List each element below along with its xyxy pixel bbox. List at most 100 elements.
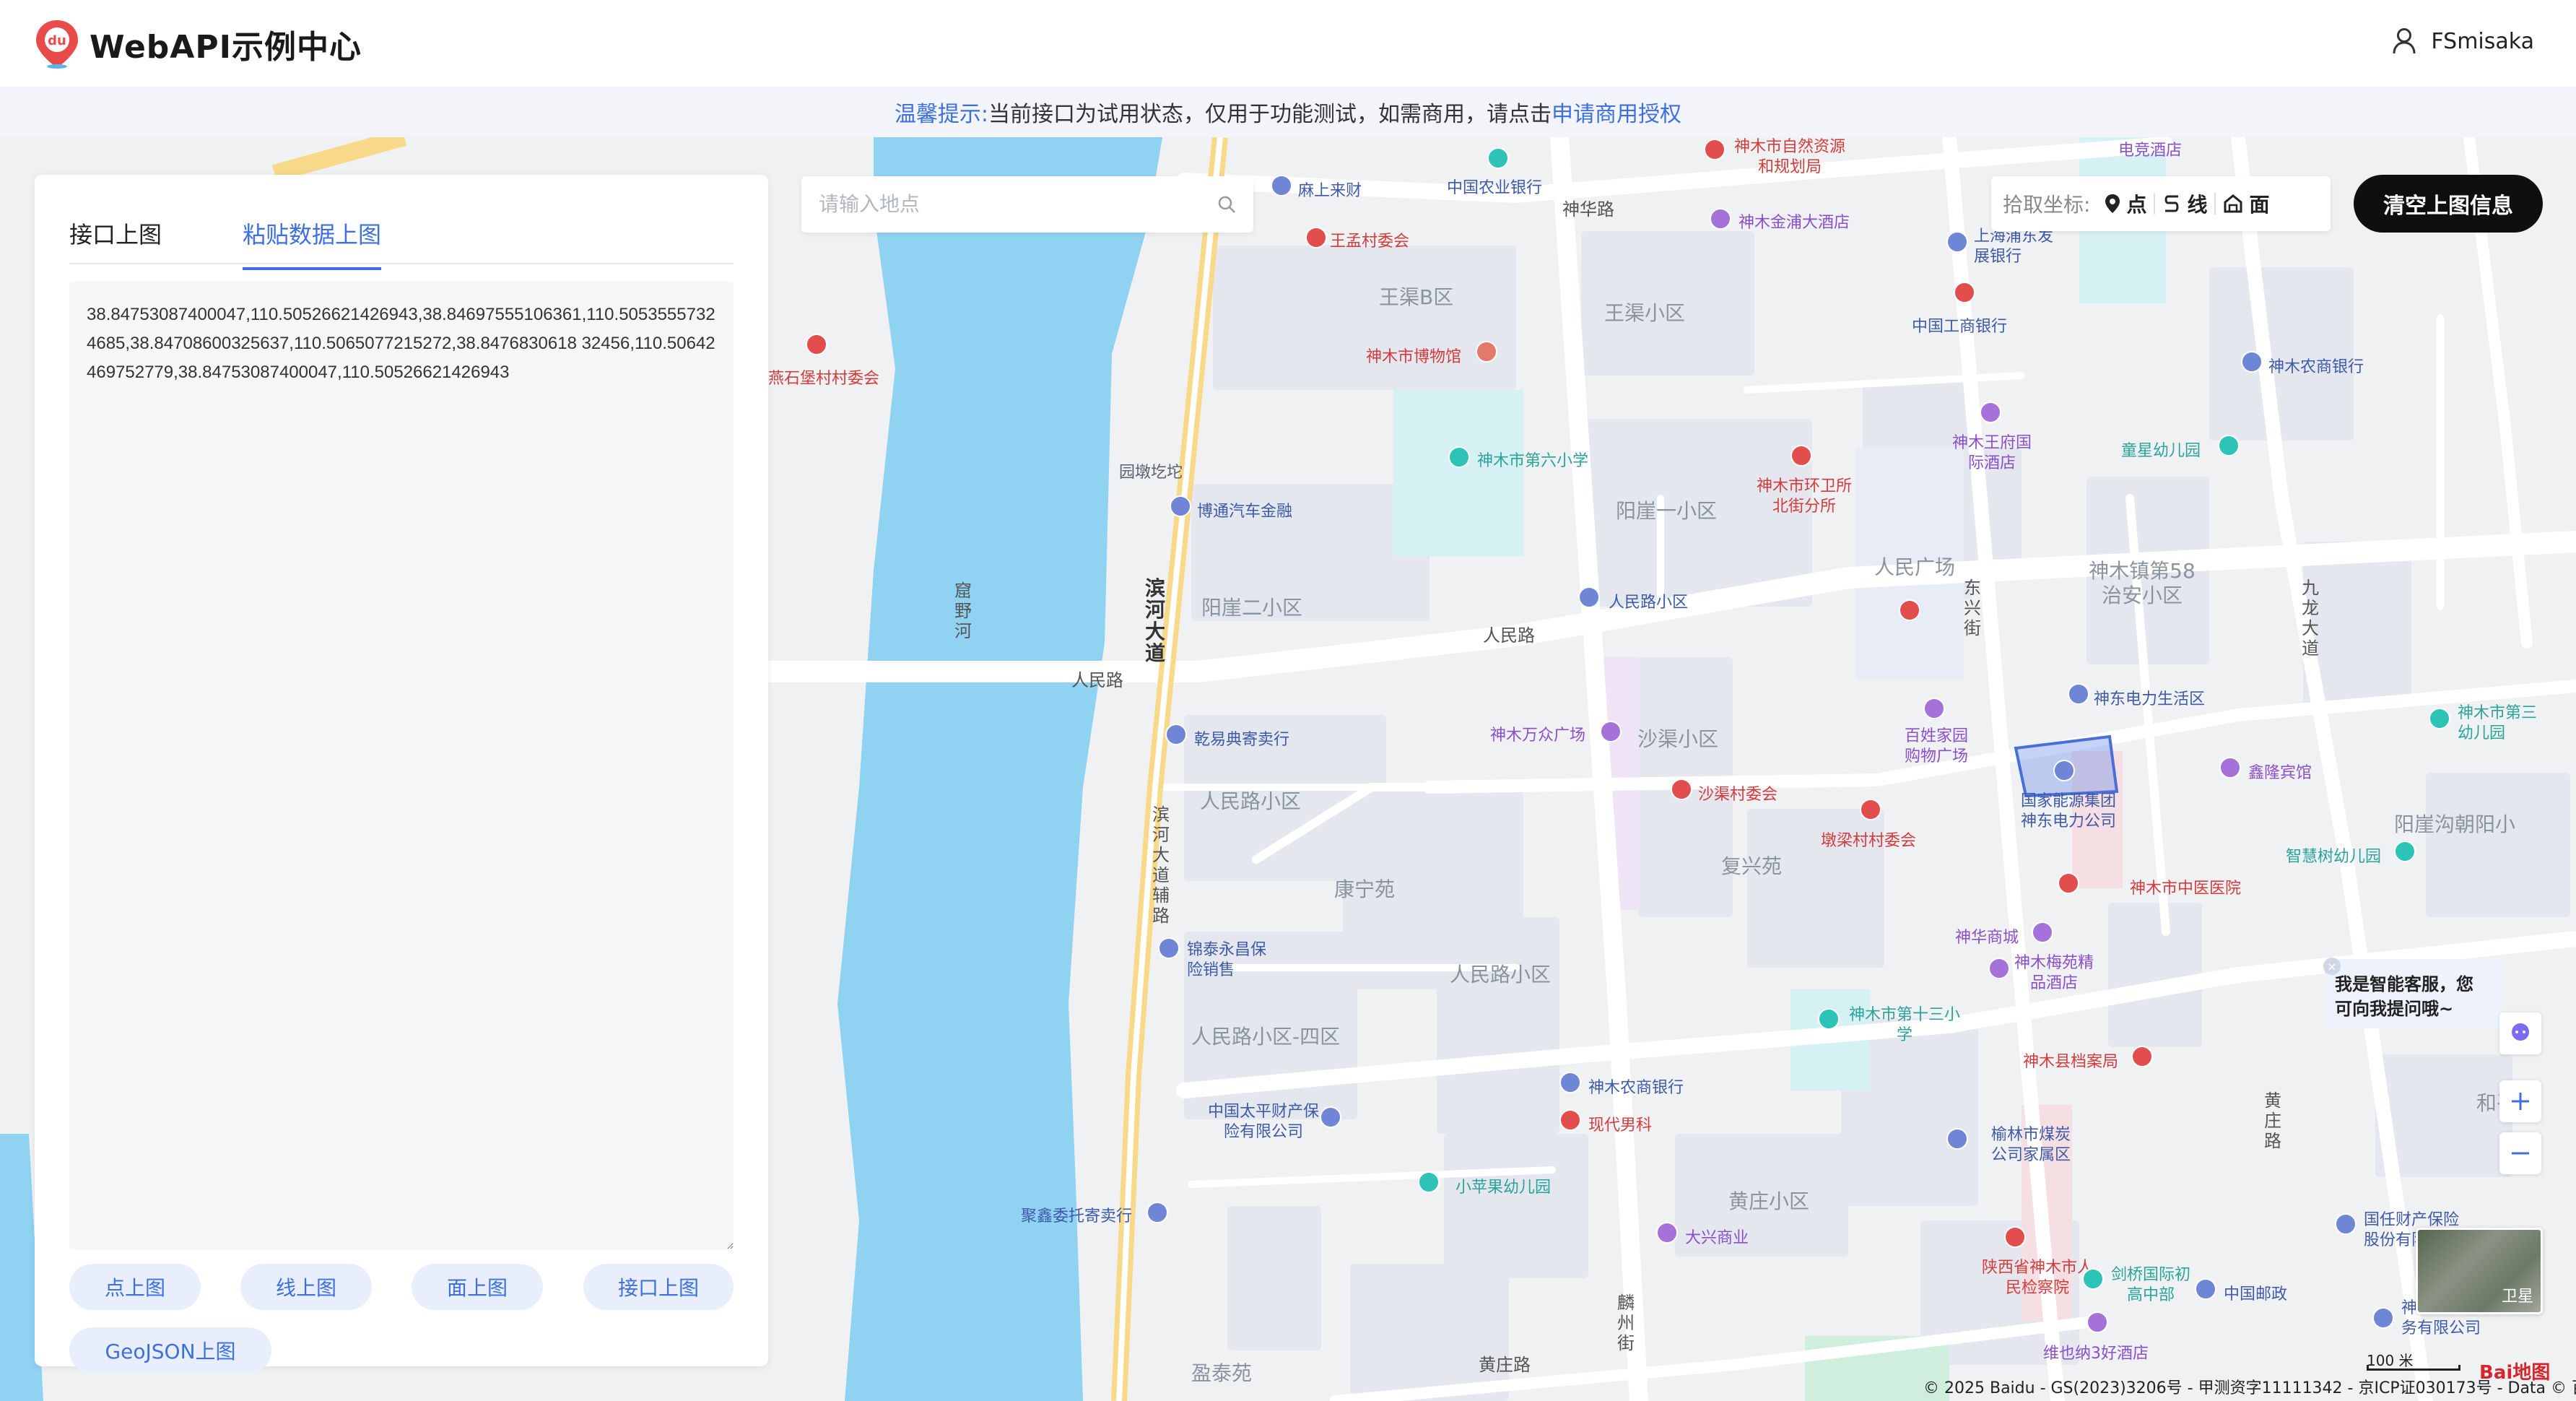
poi-label[interactable]: 中国邮政 bbox=[2224, 1281, 2287, 1304]
poi-label[interactable]: 神木农商银行 bbox=[1588, 1075, 1684, 1098]
poi-label[interactable]: 墩梁村村委会 bbox=[1821, 828, 1916, 851]
point-map-button[interactable]: 点上图 bbox=[69, 1264, 201, 1310]
poi-label[interactable]: 电竞酒店 bbox=[2118, 137, 2182, 160]
poi-marker-icon[interactable] bbox=[1860, 799, 1881, 820]
poi-marker-icon[interactable] bbox=[1448, 446, 1470, 468]
poi-marker-icon[interactable] bbox=[2372, 1307, 2394, 1329]
user-menu[interactable]: FSmisaka bbox=[2392, 27, 2534, 55]
poi-marker-icon[interactable] bbox=[2394, 841, 2416, 862]
poi-marker-icon[interactable] bbox=[1559, 1072, 1581, 1093]
poi-label[interactable]: 神木市自然资源和规划局 bbox=[1728, 137, 1851, 178]
poi-label[interactable]: 燕石堡村村委会 bbox=[768, 365, 879, 389]
geojson-map-button[interactable]: GeoJSON上图 bbox=[69, 1327, 271, 1374]
coordinate-data-textarea[interactable] bbox=[69, 282, 734, 1249]
poi-label[interactable]: 剑桥国际初高中部 bbox=[2111, 1265, 2190, 1306]
poi-marker-icon[interactable] bbox=[2195, 1278, 2216, 1300]
poi-marker-icon[interactable] bbox=[2241, 351, 2263, 373]
poi-label[interactable]: 锦泰永昌保险销售 bbox=[1187, 940, 1274, 981]
app-logo[interactable]: du WebAPI示例中心 bbox=[33, 19, 362, 69]
poi-marker-icon[interactable] bbox=[1158, 937, 1180, 959]
poi-label[interactable]: 神木县档案局 bbox=[2023, 1049, 2118, 1072]
poi-marker-icon[interactable] bbox=[1946, 1128, 1968, 1150]
polygon-map-button[interactable]: 面上图 bbox=[412, 1264, 543, 1310]
line-map-button[interactable]: 线上图 bbox=[240, 1264, 372, 1310]
poi-label[interactable]: 人民路小区 bbox=[1609, 589, 1688, 612]
poi-marker-icon[interactable] bbox=[1476, 341, 1497, 363]
poi-marker-icon[interactable] bbox=[2058, 872, 2079, 894]
poi-marker-icon[interactable] bbox=[1418, 1171, 1440, 1193]
pick-point-option[interactable]: 点 bbox=[2105, 189, 2146, 218]
poi-marker-icon[interactable] bbox=[806, 334, 827, 355]
poi-label[interactable]: 王孟村委会 bbox=[1330, 228, 1409, 251]
poi-label[interactable]: 乾易典寄卖行 bbox=[1194, 726, 1289, 750]
poi-marker-icon[interactable] bbox=[1271, 175, 1292, 196]
poi-marker-icon[interactable] bbox=[2068, 683, 2089, 705]
poi-label[interactable]: 神华商城 bbox=[1955, 924, 2019, 947]
poi-label[interactable]: 智慧树幼儿园 bbox=[2286, 843, 2381, 867]
poi-marker-icon[interactable] bbox=[2429, 708, 2450, 729]
poi-marker-icon[interactable] bbox=[1146, 1202, 1168, 1223]
poi-marker-icon[interactable] bbox=[1899, 599, 1920, 621]
poi-label[interactable]: 神木市第六小学 bbox=[1477, 448, 1588, 471]
poi-label[interactable]: 上海浦东发展银行 bbox=[1974, 227, 2053, 267]
poi-marker-icon[interactable] bbox=[2087, 1311, 2108, 1333]
poi-marker-icon[interactable] bbox=[1923, 698, 1945, 719]
poi-label[interactable]: 神木市第十三小学 bbox=[1847, 1005, 1962, 1046]
poi-label[interactable]: 聚鑫委托寄卖行 bbox=[1021, 1203, 1132, 1226]
api-map-button[interactable]: 接口上图 bbox=[583, 1264, 734, 1310]
poi-label[interactable]: 中国太平财产保险有限公司 bbox=[1206, 1102, 1321, 1142]
poi-label[interactable]: 麻上来财 bbox=[1298, 178, 1362, 201]
poi-label[interactable]: 鑫隆宾馆 bbox=[2248, 760, 2312, 783]
poi-marker-icon[interactable] bbox=[2004, 1226, 2026, 1248]
poi-label[interactable]: 百姓家园购物广场 bbox=[1900, 726, 1972, 767]
poi-marker-icon[interactable] bbox=[1671, 778, 1692, 800]
smart-assistant-popup[interactable]: 我是智能客服，您 可向我提问哦~ bbox=[2325, 959, 2504, 1028]
tab-api-map[interactable]: 接口上图 bbox=[69, 217, 162, 267]
poi-marker-icon[interactable] bbox=[2219, 757, 2241, 778]
poi-marker-icon[interactable] bbox=[1980, 402, 2001, 423]
poi-marker-icon[interactable] bbox=[1710, 208, 1731, 230]
close-icon[interactable]: × bbox=[2323, 958, 2341, 975]
poi-label[interactable]: 童星幼儿园 bbox=[2121, 438, 2201, 461]
poi-marker-icon[interactable] bbox=[1954, 282, 1975, 303]
poi-label[interactable]: 神木市博物馆 bbox=[1366, 344, 1461, 367]
poi-marker-icon[interactable] bbox=[1559, 1109, 1581, 1131]
pick-polygon-option[interactable]: 面 bbox=[2223, 189, 2269, 218]
poi-label[interactable]: 榆林市煤炭公司家属区 bbox=[1984, 1125, 2078, 1166]
poi-label[interactable]: 神木农商银行 bbox=[2268, 354, 2364, 377]
poi-label[interactable]: 陕西省神木市人民检察院 bbox=[1980, 1258, 2095, 1298]
pick-line-option[interactable]: 线 bbox=[2162, 189, 2207, 218]
search-input[interactable] bbox=[819, 193, 1217, 216]
poi-label[interactable]: 神木王府国际酒店 bbox=[1952, 433, 2032, 474]
poi-label[interactable]: 博通汽车金融 bbox=[1197, 498, 1292, 521]
poi-marker-icon[interactable] bbox=[2032, 921, 2053, 943]
poi-label[interactable]: 大兴商业 bbox=[1685, 1225, 1749, 1248]
poi-label[interactable]: 中国农业银行 bbox=[1447, 175, 1542, 198]
poi-marker-icon[interactable] bbox=[2218, 435, 2240, 456]
poi-marker-icon[interactable] bbox=[1165, 724, 1187, 745]
poi-label[interactable]: 神木金浦大酒店 bbox=[1739, 209, 1850, 233]
poi-marker-icon[interactable] bbox=[2335, 1213, 2357, 1235]
poi-marker-icon[interactable] bbox=[1600, 721, 1622, 742]
poi-label[interactable]: 中国工商银行 bbox=[1912, 313, 2007, 337]
tab-paste-data-map[interactable]: 粘贴数据上图 bbox=[243, 217, 382, 270]
poi-label[interactable]: 神木万众广场 bbox=[1490, 722, 1585, 745]
poi-label[interactable]: 国家能源集团神东电力公司 bbox=[2014, 791, 2123, 832]
search-icon[interactable] bbox=[1217, 195, 1236, 214]
satellite-toggle[interactable]: 卫星 bbox=[2416, 1228, 2543, 1314]
poi-label[interactable]: 神木市中医医院 bbox=[2130, 875, 2241, 898]
poi-label[interactable]: 维也纳3好酒店 bbox=[2043, 1340, 2149, 1363]
commercial-license-link[interactable]: 申请商用授权 bbox=[1552, 96, 1681, 128]
clear-map-button[interactable]: 清空上图信息 bbox=[2354, 175, 2543, 233]
poi-marker-icon[interactable] bbox=[1305, 227, 1327, 248]
assistant-chat-icon[interactable] bbox=[2499, 1012, 2541, 1054]
poi-marker-icon[interactable] bbox=[1578, 586, 1600, 608]
poi-marker-icon[interactable] bbox=[1790, 445, 1812, 467]
poi-label[interactable]: 神东电力生活区 bbox=[2094, 686, 2205, 709]
poi-marker-icon[interactable] bbox=[1487, 147, 1509, 169]
poi-label[interactable]: 神木梅苑精品酒店 bbox=[2014, 953, 2094, 994]
poi-marker-icon[interactable] bbox=[2053, 760, 2075, 781]
poi-marker-icon[interactable] bbox=[1946, 231, 1968, 253]
poi-marker-icon[interactable] bbox=[1818, 1008, 1840, 1030]
poi-marker-icon[interactable] bbox=[1170, 495, 1191, 517]
